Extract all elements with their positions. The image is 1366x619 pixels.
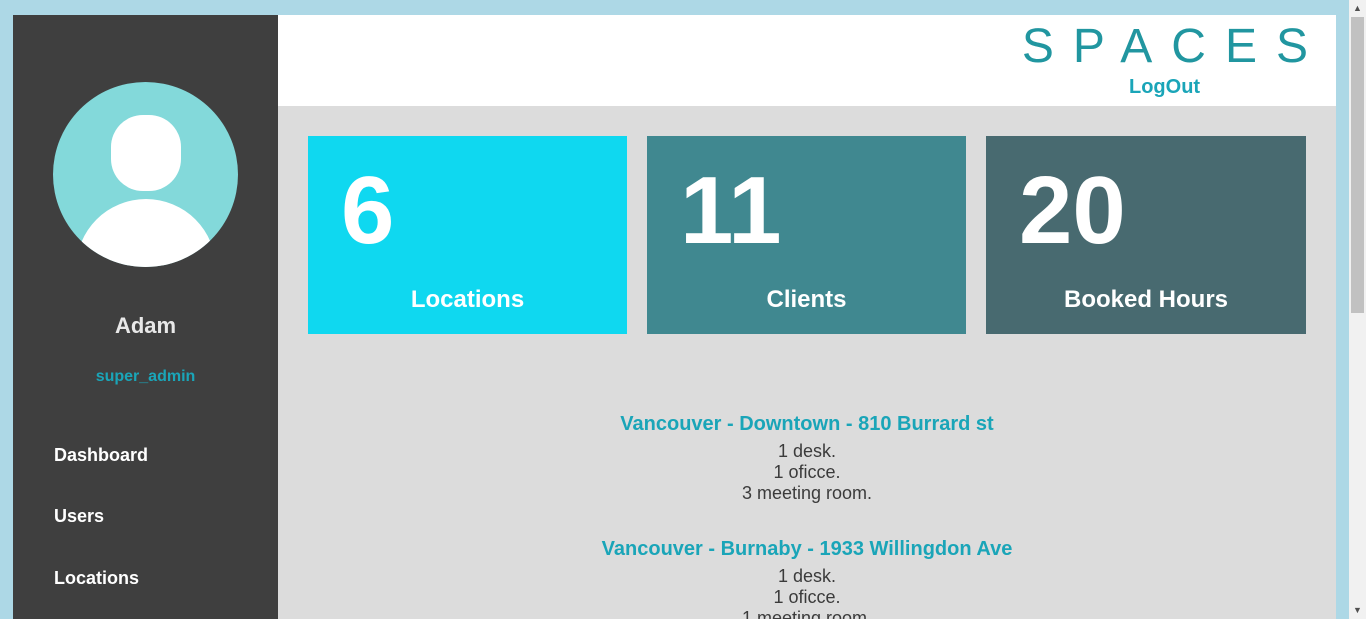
stat-value: 20 [1019, 157, 1126, 264]
stat-label: Booked Hours [1063, 286, 1228, 313]
stat-card-booked-hours[interactable]: 20 Booked Hours [986, 136, 1306, 334]
scroll-up-icon[interactable]: ▲ [1349, 0, 1366, 17]
location-desks: 1 desk. [777, 566, 837, 586]
location-desks: 1 desk. [777, 441, 837, 461]
location-offices: 1 oficce. [773, 462, 841, 482]
spaces-logo: SPACES [1021, 20, 1327, 73]
stat-card-locations[interactable]: 6 Locations [308, 136, 627, 334]
location-item: Vancouver - Downtown - 810 Burrard st 1 … [278, 411, 1336, 504]
location-title[interactable]: Vancouver - Downtown - 810 Burrard st [278, 411, 1336, 437]
logout-link[interactable]: LogOut [1129, 76, 1200, 99]
location-meeting-rooms: 1 meeting room. [741, 608, 873, 619]
location-meeting-rooms: 3 meeting room. [741, 483, 873, 503]
app-frame: Adam super_admin Dashboard Users Locatio… [13, 15, 1336, 619]
location-item: Vancouver - Burnaby - 1933 Willingdon Av… [278, 536, 1336, 619]
sidebar-item-users[interactable]: Users [54, 506, 104, 527]
sidebar: Adam super_admin Dashboard Users Locatio… [13, 15, 278, 619]
stat-card-clients[interactable]: 11 Clients [647, 136, 966, 334]
page-scrollbar[interactable]: ▲ ▼ [1349, 0, 1366, 619]
location-title[interactable]: Vancouver - Burnaby - 1933 Willingdon Av… [278, 536, 1336, 562]
stat-label: Locations [410, 286, 525, 313]
avatar [53, 82, 238, 267]
user-name: Adam [114, 313, 177, 338]
sidebar-item-dashboard[interactable]: Dashboard [54, 445, 148, 466]
sidebar-item-locations[interactable]: Locations [54, 568, 139, 589]
stat-value: 11 [680, 157, 782, 264]
location-offices: 1 oficce. [773, 587, 841, 607]
stat-label: Clients [766, 286, 847, 313]
stat-value: 6 [341, 157, 395, 264]
avatar-body [76, 199, 216, 267]
scroll-down-icon[interactable]: ▼ [1349, 602, 1366, 619]
scrollbar-thumb[interactable] [1351, 17, 1364, 313]
avatar-head [111, 115, 181, 191]
user-role: super_admin [95, 368, 196, 385]
top-bar: SPACES LogOut [278, 15, 1336, 106]
dashboard-main: 6 Locations 11 Clients 20 Booked Hours V… [278, 106, 1336, 619]
